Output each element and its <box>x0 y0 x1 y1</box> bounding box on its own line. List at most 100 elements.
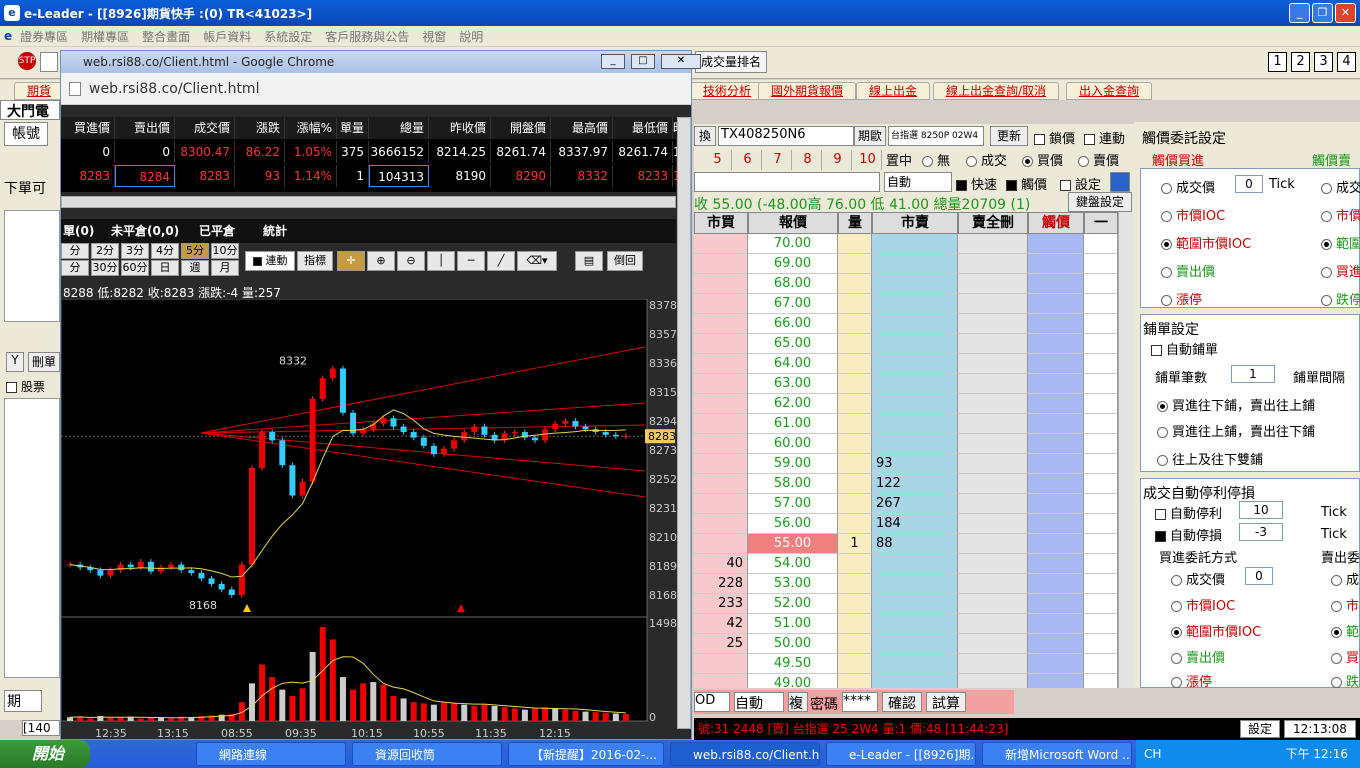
way-market-ioc[interactable]: 市價IOC <box>1171 595 1235 614</box>
ob-extra-cell[interactable] <box>1084 454 1118 474</box>
tab-open-positions[interactable]: 未平倉(0,0) <box>111 219 179 243</box>
trigger-checkbox[interactable]: 觸價 <box>1006 174 1047 193</box>
ob-ask-cell[interactable] <box>872 554 958 574</box>
ob-extra-cell[interactable] <box>1084 354 1118 374</box>
password-input[interactable]: **** <box>842 692 878 712</box>
ob-price-cell[interactable]: 67.00 <box>748 294 838 314</box>
snapshot-icon[interactable]: ▤ <box>575 251 603 271</box>
ob-cancel-cell[interactable] <box>958 574 1028 594</box>
chrome-close-button[interactable]: ✕ <box>661 54 701 69</box>
way-buy-r[interactable]: 買 <box>1331 647 1359 666</box>
qty-button[interactable]: 8 <box>794 150 822 170</box>
ob-cancel-cell[interactable] <box>958 314 1028 334</box>
period-button[interactable]: 4分 <box>151 243 179 259</box>
ob-cancel-cell[interactable] <box>958 234 1028 254</box>
ob-extra-cell[interactable] <box>1084 634 1118 654</box>
ob-bid-cell[interactable] <box>694 354 748 374</box>
menu-item[interactable]: 客戶服務與公告 <box>325 28 409 45</box>
ob-volume-cell[interactable] <box>838 574 872 594</box>
period-button[interactable]: 2分 <box>91 243 119 259</box>
ob-extra-cell[interactable] <box>1084 534 1118 554</box>
ob-trigger-cell[interactable] <box>1028 434 1084 454</box>
ob-cancel-cell[interactable] <box>958 354 1028 374</box>
lay-option-3[interactable]: 往上及往下雙鋪 <box>1157 449 1263 468</box>
ob-volume-cell[interactable] <box>838 634 872 654</box>
od-select[interactable]: OD <box>694 692 730 712</box>
ob-trigger-cell[interactable] <box>1028 454 1084 474</box>
ob-trigger-cell[interactable] <box>1028 274 1084 294</box>
ob-volume-cell[interactable] <box>838 454 872 474</box>
ob-extra-cell[interactable] <box>1084 574 1118 594</box>
ob-bid-cell[interactable] <box>694 534 748 554</box>
ob-trigger-cell[interactable] <box>1028 354 1084 374</box>
menu-item[interactable]: 說明 <box>459 28 483 45</box>
ob-cancel-cell[interactable] <box>958 434 1028 454</box>
ob-volume-cell[interactable] <box>838 254 872 274</box>
way-trade-r[interactable]: 成 <box>1331 569 1359 588</box>
confirm-button[interactable]: 確認 <box>882 692 922 712</box>
horizontal-line-icon[interactable]: ─ <box>457 251 485 271</box>
ob-volume-cell[interactable] <box>838 414 872 434</box>
menu-item[interactable]: 期權專區 <box>81 28 129 45</box>
task-recycle-bin[interactable]: 資源回收筒 <box>352 742 502 766</box>
ob-volume-cell[interactable] <box>838 514 872 534</box>
ob-price-cell[interactable]: 63.00 <box>748 374 838 394</box>
ob-price-cell[interactable]: 49.50 <box>748 654 838 674</box>
ob-bid-cell[interactable]: 228 <box>694 574 748 594</box>
setting-checkbox[interactable]: 設定 <box>1060 174 1101 193</box>
chrome-maximize-button[interactable]: □ <box>631 54 655 69</box>
zoom-in-icon[interactable]: ⊕ <box>367 251 395 271</box>
ob-bid-cell[interactable] <box>694 254 748 274</box>
opt-market-ioc[interactable]: 市價IOC <box>1161 205 1225 224</box>
ob-extra-cell[interactable] <box>1084 274 1118 294</box>
ob-cancel-cell[interactable] <box>958 594 1028 614</box>
radio-trade[interactable]: 成交 <box>966 150 1007 169</box>
tab-foreign-futures[interactable]: 國外期貨報價 <box>758 82 857 100</box>
ob-trigger-cell[interactable] <box>1028 294 1084 314</box>
account-tab[interactable]: 帳號 <box>4 122 48 146</box>
status-setting-button[interactable]: 設定 <box>1240 720 1280 738</box>
rewind-button[interactable]: 倒回 <box>607 251 643 271</box>
ob-ask-cell[interactable] <box>872 674 958 688</box>
ob-volume-cell[interactable] <box>838 294 872 314</box>
address-bar[interactable]: web.rsi88.co/Client.html <box>61 73 691 105</box>
ob-trigger-cell[interactable] <box>1028 414 1084 434</box>
ob-trigger-cell[interactable] <box>1028 334 1084 354</box>
ob-price-cell[interactable]: 64.00 <box>748 354 838 374</box>
ob-price-cell[interactable]: 52.00 <box>748 594 838 614</box>
ob-volume-cell[interactable] <box>838 354 872 374</box>
way-limit-up[interactable]: 漲停 <box>1171 671 1212 688</box>
ob-price-cell[interactable]: 66.00 <box>748 314 838 334</box>
ob-price-cell[interactable]: 57.00 <box>748 494 838 514</box>
opt-market-r[interactable]: 市價 <box>1321 205 1360 224</box>
lay-count-spinner[interactable]: 1 <box>1231 365 1275 383</box>
qty-button[interactable]: 6 <box>734 150 762 170</box>
ob-trigger-cell[interactable] <box>1028 574 1084 594</box>
ob-volume-cell[interactable]: 1 <box>838 534 872 554</box>
ob-trigger-cell[interactable] <box>1028 234 1084 254</box>
ob-ask-cell[interactable] <box>872 594 958 614</box>
ob-extra-cell[interactable] <box>1084 254 1118 274</box>
ob-bid-cell[interactable] <box>694 414 748 434</box>
way-range-r[interactable]: 範 <box>1331 621 1359 640</box>
ob-ask-cell[interactable] <box>872 614 958 634</box>
lock-price-checkbox[interactable]: 鎖價 <box>1034 128 1075 147</box>
chrome-minimize-button[interactable]: _ <box>601 54 625 69</box>
period-button[interactable]: 30分 <box>91 260 119 276</box>
copy-button[interactable]: 複 <box>788 692 808 712</box>
ob-ask-cell[interactable] <box>872 314 958 334</box>
period-button[interactable]: 分 <box>61 260 89 276</box>
fast-checkbox[interactable]: 快速 <box>956 174 997 193</box>
opt-limit-down-r[interactable]: 跌停 <box>1321 289 1360 308</box>
period-button[interactable]: 5分 <box>181 243 209 259</box>
ob-cancel-cell[interactable] <box>958 614 1028 634</box>
crosshair-icon[interactable]: ✛ <box>337 251 365 271</box>
qty-button[interactable]: 7 <box>764 150 792 170</box>
ob-header-cancel-all[interactable]: 賣全刪 <box>958 212 1028 234</box>
ob-trigger-cell[interactable] <box>1028 614 1084 634</box>
ob-ask-cell[interactable] <box>872 414 958 434</box>
update-button[interactable]: 更新 <box>990 126 1028 146</box>
ob-cancel-cell[interactable] <box>958 254 1028 274</box>
ob-ask-cell[interactable] <box>872 394 958 414</box>
tick-spinner[interactable]: 0 <box>1235 175 1263 193</box>
